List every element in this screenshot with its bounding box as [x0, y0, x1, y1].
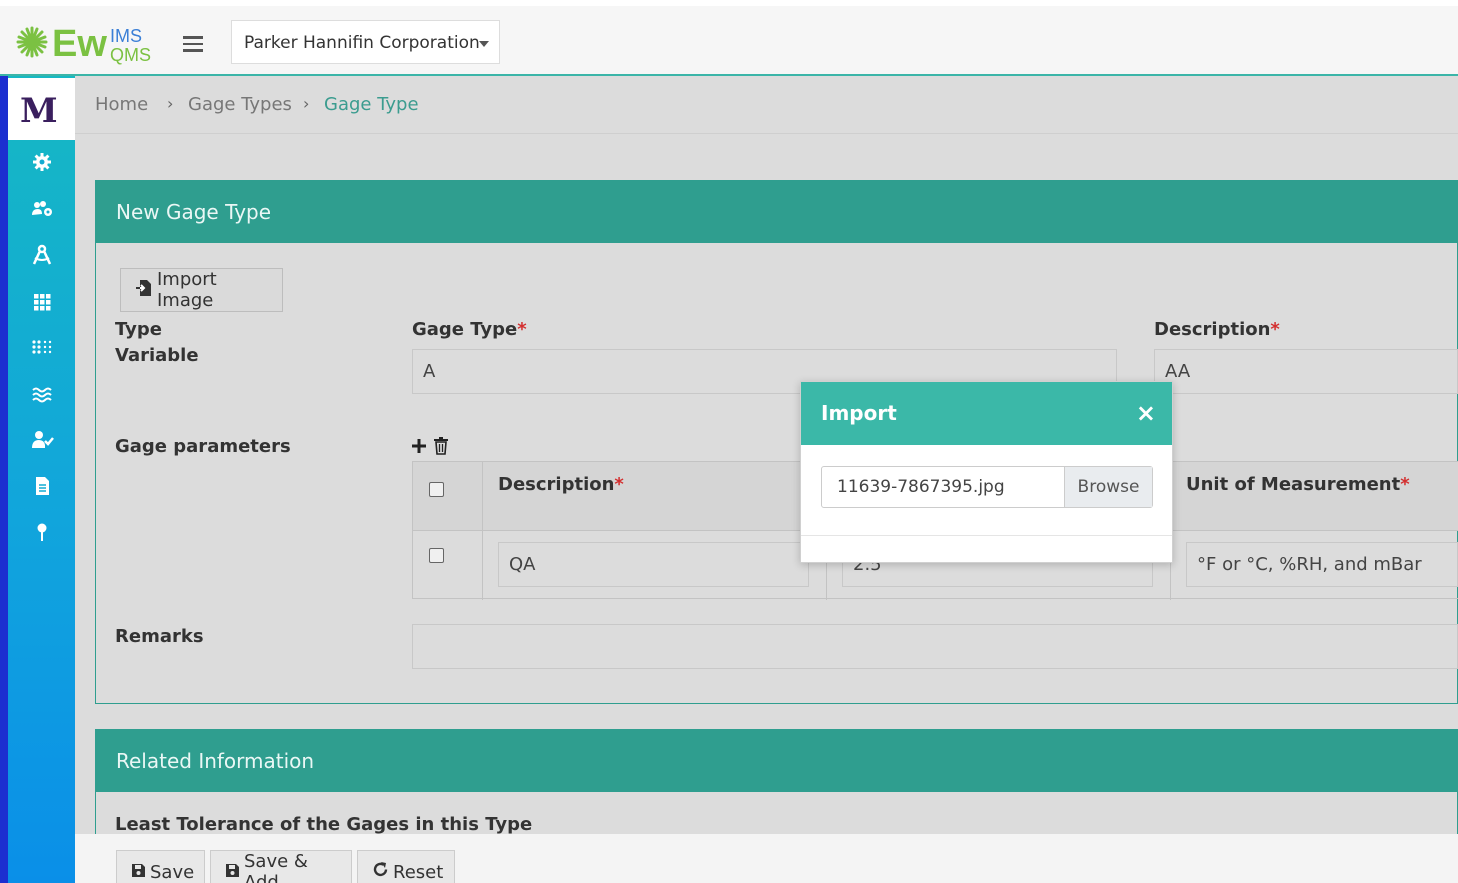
save-label: Save [150, 861, 195, 883]
save-icon [225, 862, 240, 883]
users-gear-icon[interactable] [30, 197, 54, 221]
user-check-icon[interactable] [30, 428, 54, 452]
modal-footer-divider [801, 535, 1172, 536]
svg-text:QMS: QMS [110, 45, 151, 65]
app-logo[interactable]: Ew IMS QMS [14, 18, 164, 66]
related-card-title: Related Information [96, 730, 1457, 792]
menu-toggle-icon[interactable] [183, 36, 203, 52]
redo-icon [372, 861, 389, 883]
save-button[interactable]: Save [116, 850, 205, 883]
sidebar: M [0, 76, 75, 883]
save-and-add-label: Save & Add [244, 851, 308, 883]
svg-text:M: M [20, 91, 58, 131]
import-image-button[interactable]: Import Image [120, 268, 283, 312]
file-input[interactable]: 11639-7867395.jpg Browse [821, 466, 1153, 508]
description-input[interactable]: AA [1154, 349, 1458, 394]
remarks-input[interactable] [412, 624, 1458, 669]
row-checkbox[interactable] [429, 548, 444, 563]
import-modal: Import × 11639-7867395.jpg Browse [800, 381, 1173, 563]
modal-header: Import × [801, 382, 1172, 445]
select-all-checkbox[interactable] [429, 482, 444, 497]
waves-icon[interactable] [30, 382, 54, 406]
caret-down-icon [479, 41, 489, 47]
add-row-icon[interactable] [411, 437, 427, 459]
map-pin-icon[interactable] [30, 520, 54, 544]
document-icon[interactable] [30, 474, 54, 498]
compass-icon[interactable] [30, 243, 54, 267]
description-label: Description* [1154, 319, 1280, 340]
file-import-icon [135, 279, 153, 302]
breadcrumb-home[interactable]: Home [95, 94, 148, 115]
company-select[interactable]: Parker Hannifin Corporation [231, 20, 500, 64]
row-unit-input[interactable]: °F or °C, %RH, and mBar [1186, 542, 1458, 587]
save-and-add-button[interactable]: Save & Add [210, 850, 352, 883]
breadcrumb-gage-types[interactable]: Gage Types [188, 94, 292, 115]
sidebar-brand[interactable]: M [8, 78, 75, 140]
chevron-right-icon: › [167, 94, 174, 113]
card-title: New Gage Type [96, 181, 1457, 243]
browse-button[interactable]: Browse [1064, 467, 1152, 507]
gage-type-label: Gage Type* [412, 319, 527, 340]
row-description-input[interactable]: QA [498, 542, 809, 587]
reset-button[interactable]: Reset [357, 850, 455, 883]
save-icon [131, 862, 146, 883]
import-image-label: Import Image [157, 269, 217, 311]
gear-icon[interactable] [30, 150, 54, 174]
gage-parameters-label: Gage parameters [115, 436, 291, 457]
file-name: 11639-7867395.jpg [837, 477, 1005, 497]
reset-label: Reset [393, 861, 444, 883]
trash-icon[interactable] [433, 437, 449, 459]
svg-text:IMS: IMS [110, 26, 142, 46]
modal-title: Import [821, 401, 897, 425]
least-tolerance-label: Least Tolerance of the Gages in this Typ… [115, 814, 533, 835]
type-label: Type [115, 319, 162, 340]
svg-text:Ew: Ew [52, 23, 107, 65]
col-unit-header: Unit of Measurement* [1186, 474, 1410, 495]
dots-grid-icon[interactable] [30, 335, 54, 359]
col-description-header: Description* [498, 474, 624, 495]
chevron-right-icon: › [303, 94, 310, 113]
close-icon[interactable]: × [1136, 382, 1156, 445]
grid-icon[interactable] [30, 290, 54, 314]
top-bar: Ew IMS QMS Parker Hannifin Corporation [0, 0, 1458, 76]
company-select-value: Parker Hannifin Corporation [244, 33, 480, 53]
breadcrumb: Home › Gage Types › Gage Type [75, 78, 1458, 134]
remarks-label: Remarks [115, 626, 204, 647]
variable-label: Variable [115, 345, 199, 366]
breadcrumb-current: Gage Type [324, 94, 419, 115]
